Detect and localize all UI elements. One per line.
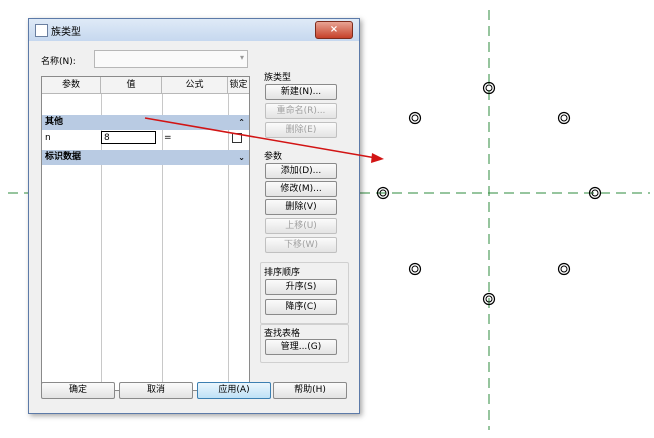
family-types-label: 族类型 (264, 73, 292, 83)
sort-ascending-button[interactable]: 升序(S) (265, 279, 337, 295)
new-type-button[interactable]: 新建(N)... (265, 84, 337, 100)
title-bar[interactable]: 族类型 × (29, 19, 359, 41)
column-header-parameter[interactable]: 参数 (42, 77, 101, 94)
array-circle[interactable] (408, 111, 422, 125)
lock-checkbox[interactable] (232, 133, 242, 143)
close-button[interactable]: × (315, 21, 353, 39)
param-formula[interactable]: = (164, 133, 172, 143)
move-down-button[interactable]: 下移(W) (265, 237, 337, 253)
lookup-tables-label: 查找表格 (264, 329, 301, 339)
column-header-value[interactable]: 值 (101, 77, 162, 94)
parameters-label: 参数 (264, 152, 283, 162)
name-label: 名称(N): (41, 57, 76, 67)
sort-descending-button[interactable]: 降序(C) (265, 299, 337, 315)
manage-lookup-tables-button[interactable]: 管理...(G) (265, 339, 337, 355)
sort-order-label: 排序顺序 (264, 268, 301, 278)
group-row-identity-data[interactable]: 标识数据 ⌄ (42, 150, 249, 165)
array-circle[interactable] (408, 262, 422, 276)
group-label: 标识数据 (45, 152, 82, 162)
param-name: n (45, 133, 51, 143)
dialog-title: 族类型 (51, 27, 81, 38)
remove-parameter-button[interactable]: 删除(V) (265, 199, 337, 215)
group-row-other[interactable]: 其他 ⌃ (42, 115, 249, 130)
rename-type-button[interactable]: 重命名(R)... (265, 103, 337, 119)
modify-parameter-button[interactable]: 修改(M)... (265, 181, 337, 197)
name-dropdown[interactable]: ▾ (94, 50, 248, 68)
array-circle[interactable] (557, 111, 571, 125)
dialog-icon (35, 24, 48, 37)
parameters-table: 参数 值 公式 锁定 其他 ⌃ n 8 = 标识数据 ⌄ (41, 76, 250, 391)
group-label: 其他 (45, 117, 64, 127)
column-divider (162, 94, 163, 390)
expand-icon[interactable]: ⌄ (238, 150, 245, 165)
move-up-button[interactable]: 上移(U) (265, 218, 337, 234)
apply-button[interactable]: 应用(A) (197, 382, 271, 399)
param-value-input[interactable]: 8 (101, 131, 156, 144)
column-divider (228, 94, 229, 390)
column-header-lock[interactable]: 锁定 (228, 77, 249, 94)
collapse-icon[interactable]: ⌃ (238, 115, 245, 130)
help-button[interactable]: 帮助(H) (273, 382, 347, 399)
column-header-formula[interactable]: 公式 (162, 77, 228, 94)
ok-button[interactable]: 确定 (41, 382, 115, 399)
add-parameter-button[interactable]: 添加(D)... (265, 163, 337, 179)
array-circle[interactable] (557, 262, 571, 276)
family-types-dialog: 族类型 × 名称(N): ▾ 参数 值 公式 锁定 其他 ⌃ n 8 = 标识数… (28, 18, 360, 414)
delete-type-button[interactable]: 删除(E) (265, 122, 337, 138)
chevron-down-icon: ▾ (239, 53, 244, 62)
cancel-button[interactable]: 取消 (119, 382, 193, 399)
